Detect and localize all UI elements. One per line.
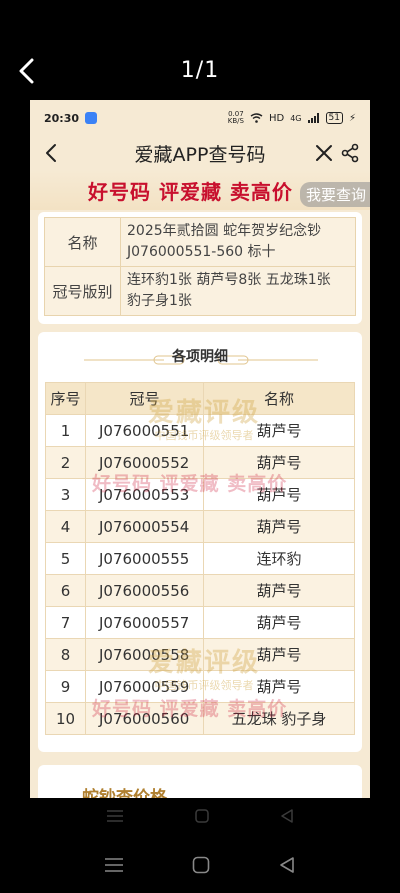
detail-heading: 各项明细 [38,332,362,380]
row-serial: J076000555 [85,542,204,575]
row-name: 葫芦号 [203,606,355,639]
row-index: 3 [45,478,86,511]
summary-label: 名称 [44,217,121,267]
row-index: 10 [45,702,86,735]
status-bar: 20:30 0.07 KB/S HD 4G 51 ⚡ [30,100,370,136]
viewer-top-bar: 1/1 [0,40,400,104]
back-button-icon[interactable] [278,856,296,874]
row-serial: J076000553 [85,478,204,511]
column-header-name: 名称 [203,382,355,415]
recent-apps-icon[interactable] [104,857,124,873]
next-section-title[interactable]: 蛇钞查价格 [82,783,167,798]
row-serial: J076000558 [85,638,204,671]
query-button[interactable]: 我要查询 [299,182,370,207]
table-row: 3 J076000553 葫芦号 [45,478,355,511]
app-header: 爱藏APP查号码 [30,136,370,170]
summary-card: 名称 2025年贰拾圆 蛇年贺岁纪念钞J076000551-560 标十 冠号版… [38,212,362,324]
row-index: 9 [45,670,86,703]
row-name: 五龙珠 豹子身 [203,702,355,735]
row-serial: J076000559 [85,670,204,703]
row-name: 连环豹 [203,542,355,575]
banner-slogan: 好号码 评爱藏 卖高价 [88,180,293,204]
network-type: 4G [290,113,302,123]
summary-value: 连环豹1张 葫芦号8张 五龙珠1张 豹子身1张 [120,266,356,316]
detail-card: 各项明细 序号 冠号 名称 1 J076000551 葫芦号 2 J076000552… [38,332,362,752]
promo-banner: 好号码 评爱藏 卖高价 我要查询 [30,170,370,210]
row-serial: J076000560 [85,702,204,735]
charging-icon: ⚡ [348,112,356,124]
table-row: 5 J076000555 连环豹 [45,542,355,575]
row-index: 5 [45,542,86,575]
embedded-screenshot: 20:30 0.07 KB/S HD 4G 51 ⚡ 爱藏APP查号码 好号码 … [30,100,370,798]
table-row: 6 J076000556 葫芦号 [45,574,355,607]
embedded-nav-bar [0,800,400,832]
row-index: 7 [45,606,86,639]
share-icon[interactable] [340,143,360,163]
summary-label: 冠号版别 [44,266,121,316]
menu-icon [106,810,123,822]
app-notification-icon [85,112,98,124]
summary-row-name: 名称 2025年贰拾圆 蛇年贺岁纪念钞J076000551-560 标十 [44,217,356,267]
table-row: 10 J076000560 五龙珠 豹子身 [45,702,355,735]
row-name: 葫芦号 [203,638,355,671]
summary-value: 2025年贰拾圆 蛇年贺岁纪念钞J076000551-560 标十 [120,217,356,267]
wifi-icon [250,113,263,123]
row-index: 8 [45,638,86,671]
next-section-card: 蛇钞查价格 [38,765,362,798]
table-row: 2 J076000552 葫芦号 [45,446,355,479]
row-name: 葫芦号 [203,414,355,447]
status-time: 20:30 [44,111,80,125]
hd-indicator: HD [268,112,285,124]
row-serial: J076000554 [85,510,204,543]
table-header-row: 序号 冠号 名称 [45,382,355,415]
row-index: 4 [45,510,86,543]
table-row: 1 J076000551 葫芦号 [45,414,355,447]
page-counter: 1/1 [180,58,220,83]
network-speed: 0.07 KB/S [227,110,244,125]
close-icon[interactable] [314,143,334,163]
device-nav-bar [0,848,400,882]
serial-table: 序号 冠号 名称 1 J076000551 葫芦号 2 J076000552 葫芦号 3… [45,382,355,735]
row-serial: J076000556 [85,574,204,607]
table-row: 8 J076000558 葫芦号 [45,638,355,671]
row-index: 1 [45,414,86,447]
row-serial: J076000557 [85,606,204,639]
app-title: 爱藏APP查号码 [134,143,266,166]
row-serial: J076000552 [85,446,204,479]
row-name: 葫芦号 [203,574,355,607]
status-right: 0.07 KB/S HD 4G 51 ⚡ [228,111,356,125]
home-button-icon[interactable] [192,856,210,874]
row-name: 葫芦号 [203,478,355,511]
back-triangle-icon [281,809,294,823]
row-name: 葫芦号 [203,446,355,479]
column-header-serial: 冠号 [85,382,204,415]
signal-icon [307,113,319,123]
row-name: 葫芦号 [203,670,355,703]
column-header-index: 序号 [45,382,86,415]
row-name: 葫芦号 [203,510,355,543]
table-row: 7 J076000557 葫芦号 [45,606,355,639]
table-row: 4 J076000554 葫芦号 [45,510,355,543]
detail-table-wrap: 序号 冠号 名称 1 J076000551 葫芦号 2 J076000552 葫芦号 3… [45,382,355,735]
detail-heading-text: 各项明细 [172,349,228,365]
summary-row-variety: 冠号版别 连环豹1张 葫芦号8张 五龙珠1张 豹子身1张 [44,266,356,316]
summary-table: 名称 2025年贰拾圆 蛇年贺岁纪念钞J076000551-560 标十 冠号版… [44,217,356,316]
home-icon [195,809,209,823]
row-index: 6 [45,574,86,607]
row-index: 2 [45,446,86,479]
table-row: 9 J076000559 葫芦号 [45,670,355,703]
row-serial: J076000551 [85,414,204,447]
back-icon[interactable] [44,143,58,163]
battery-level: 51 [325,112,343,124]
